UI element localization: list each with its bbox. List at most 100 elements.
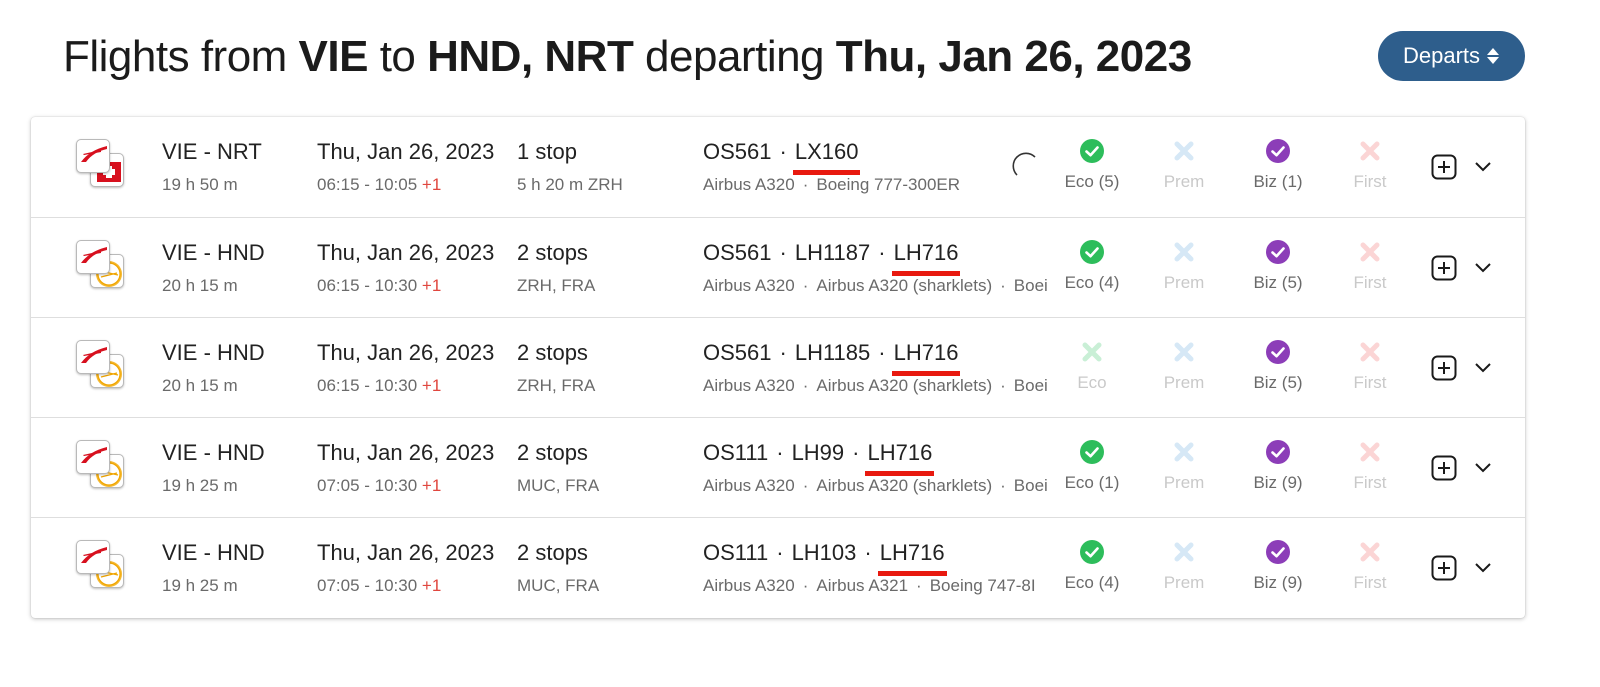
austrian-airlines-logo: [76, 540, 110, 574]
austrian-airlines-logo: [76, 139, 110, 173]
add-plus-icon[interactable]: [1431, 255, 1457, 281]
flight-row[interactable]: VIE - HND 19 h 25 m Thu, Jan 26, 2023 07…: [31, 417, 1525, 517]
stops-count: 1 stop: [517, 139, 577, 164]
flight-results-list: VIE - NRT 19 h 50 m Thu, Jan 26, 2023 06…: [31, 117, 1525, 618]
departure-arrival-times: 07:05 - 10:30 +1: [317, 576, 441, 596]
aircraft-type: Boeing 777-300ER: [816, 175, 961, 194]
flight-number: OS561: [703, 240, 772, 265]
cabin-first: First: [1325, 240, 1415, 293]
aircraft-type: Airbus A320: [703, 476, 795, 495]
separator-dot: ·: [776, 440, 784, 465]
cabin-label: Prem: [1163, 273, 1205, 292]
available-check-icon: [1080, 240, 1104, 264]
title-to: to: [367, 32, 428, 81]
unavailable-x-icon: [1174, 242, 1194, 262]
cabin-business: Biz (9): [1233, 540, 1323, 593]
time-range: 06:15 - 10:05: [317, 175, 422, 194]
cabin-first: First: [1325, 340, 1415, 393]
highlighted-flight-number: LX160: [792, 139, 861, 175]
stops-count: 2 stops: [517, 440, 588, 465]
cabin-label: Prem: [1163, 573, 1205, 592]
departure-date: Thu, Jan 26, 2023: [317, 139, 495, 164]
departure-arrival-times: 06:15 - 10:30 +1: [317, 276, 441, 296]
add-plus-icon[interactable]: [1431, 154, 1457, 180]
flight-numbers: OS111 · LH103 · LH716: [703, 540, 947, 576]
available-check-icon: [1266, 139, 1290, 163]
austrian-airlines-logo: [76, 240, 110, 274]
aircraft-type: Airbus A321: [816, 576, 909, 595]
chevron-down-icon[interactable]: [1473, 560, 1493, 576]
chevron-down-icon[interactable]: [1473, 159, 1493, 175]
cabin-label: Prem: [1163, 373, 1205, 392]
aircraft-type: Airbus A320: [703, 175, 795, 194]
airline-logos: [76, 540, 126, 590]
sort-label: Departs: [1402, 43, 1481, 68]
unavailable-x-icon: [1174, 342, 1194, 362]
add-plus-icon[interactable]: [1431, 355, 1457, 381]
title-destinations: HND, NRT: [427, 32, 634, 81]
aircraft-types: Airbus A320 · Boeing 777-300ER: [703, 175, 1047, 195]
cabin-economy: Eco (1): [1047, 440, 1137, 493]
chevron-down-icon[interactable]: [1473, 260, 1493, 276]
flight-numbers: OS561 · LX160: [703, 139, 861, 175]
aircraft-type: Airbus A320: [703, 376, 795, 395]
next-day-indicator: +1: [421, 476, 442, 495]
cabin-label: Eco (1): [1064, 473, 1120, 492]
aircraft-type: Boeing 747-8I: [1013, 476, 1047, 495]
time-range: 07:05 - 10:30: [317, 476, 422, 495]
separator-dot: ·: [779, 340, 787, 365]
highlighted-flight-number: LH716: [877, 540, 947, 576]
flight-number: LH1185: [794, 340, 871, 365]
separator-dot: ·: [802, 476, 809, 495]
unavailable-x-icon: [1360, 542, 1380, 562]
departure-date: Thu, Jan 26, 2023: [317, 540, 495, 565]
separator-dot: ·: [776, 540, 784, 565]
stops-count: 2 stops: [517, 340, 588, 365]
flight-number: LH103: [791, 540, 857, 565]
cabin-label: First: [1353, 573, 1387, 592]
flight-row[interactable]: VIE - HND 20 h 15 m Thu, Jan 26, 2023 06…: [31, 217, 1525, 317]
separator-dot: ·: [779, 139, 787, 164]
cabin-premium: Prem: [1139, 540, 1229, 593]
aircraft-type: Airbus A320: [703, 276, 795, 295]
stops-count: 2 stops: [517, 540, 588, 565]
austrian-airlines-logo: [76, 340, 110, 374]
trip-duration: 19 h 25 m: [162, 476, 238, 495]
aircraft-type: Airbus A320 (sharklets): [816, 376, 993, 395]
departure-date: Thu, Jan 26, 2023: [317, 440, 495, 465]
title-date: Thu, Jan 26, 2023: [835, 32, 1192, 81]
departure-arrival-times: 06:15 - 10:30 +1: [317, 376, 441, 396]
separator-dot: ·: [1000, 476, 1006, 495]
flight-row[interactable]: VIE - HND 20 h 15 m Thu, Jan 26, 2023 06…: [31, 317, 1525, 417]
chevron-down-icon[interactable]: [1473, 360, 1493, 376]
aircraft-type: Airbus A320: [703, 576, 795, 595]
layover-airports: ZRH, FRA: [517, 376, 596, 395]
airline-logos: [76, 240, 126, 290]
add-plus-icon[interactable]: [1431, 555, 1457, 581]
add-plus-icon[interactable]: [1431, 455, 1457, 481]
separator-dot: ·: [878, 240, 886, 265]
cabin-premium: Prem: [1139, 139, 1229, 192]
cabin-label: Prem: [1163, 473, 1205, 492]
flight-row[interactable]: VIE - HND 19 h 25 m Thu, Jan 26, 2023 07…: [31, 517, 1525, 617]
route-text: VIE - HND: [162, 540, 265, 565]
separator-dot: ·: [802, 276, 809, 295]
page-title: Flights from VIE to HND, NRT departing T…: [63, 30, 1192, 84]
cabin-label: Biz (9): [1253, 573, 1303, 592]
available-check-icon: [1266, 440, 1290, 464]
flight-numbers: OS561 · LH1185 · LH716: [703, 340, 961, 376]
unavailable-x-icon: [1174, 141, 1194, 161]
cabin-business: Biz (9): [1233, 440, 1323, 493]
unavailable-x-icon: [1174, 442, 1194, 462]
highlighted-flight-number: LH716: [865, 440, 935, 476]
trip-duration: 19 h 25 m: [162, 576, 238, 595]
unavailable-x-icon: [1360, 242, 1380, 262]
cabin-economy: Eco (4): [1047, 540, 1137, 593]
highlighted-flight-number: LH716: [891, 240, 961, 276]
airline-logos: [76, 440, 126, 490]
separator-dot: ·: [852, 440, 860, 465]
chevron-down-icon[interactable]: [1473, 460, 1493, 476]
flight-row[interactable]: VIE - NRT 19 h 50 m Thu, Jan 26, 2023 06…: [31, 117, 1525, 217]
departure-arrival-times: 06:15 - 10:05 +1: [317, 175, 441, 195]
sort-departs-button[interactable]: Departs: [1378, 31, 1525, 81]
